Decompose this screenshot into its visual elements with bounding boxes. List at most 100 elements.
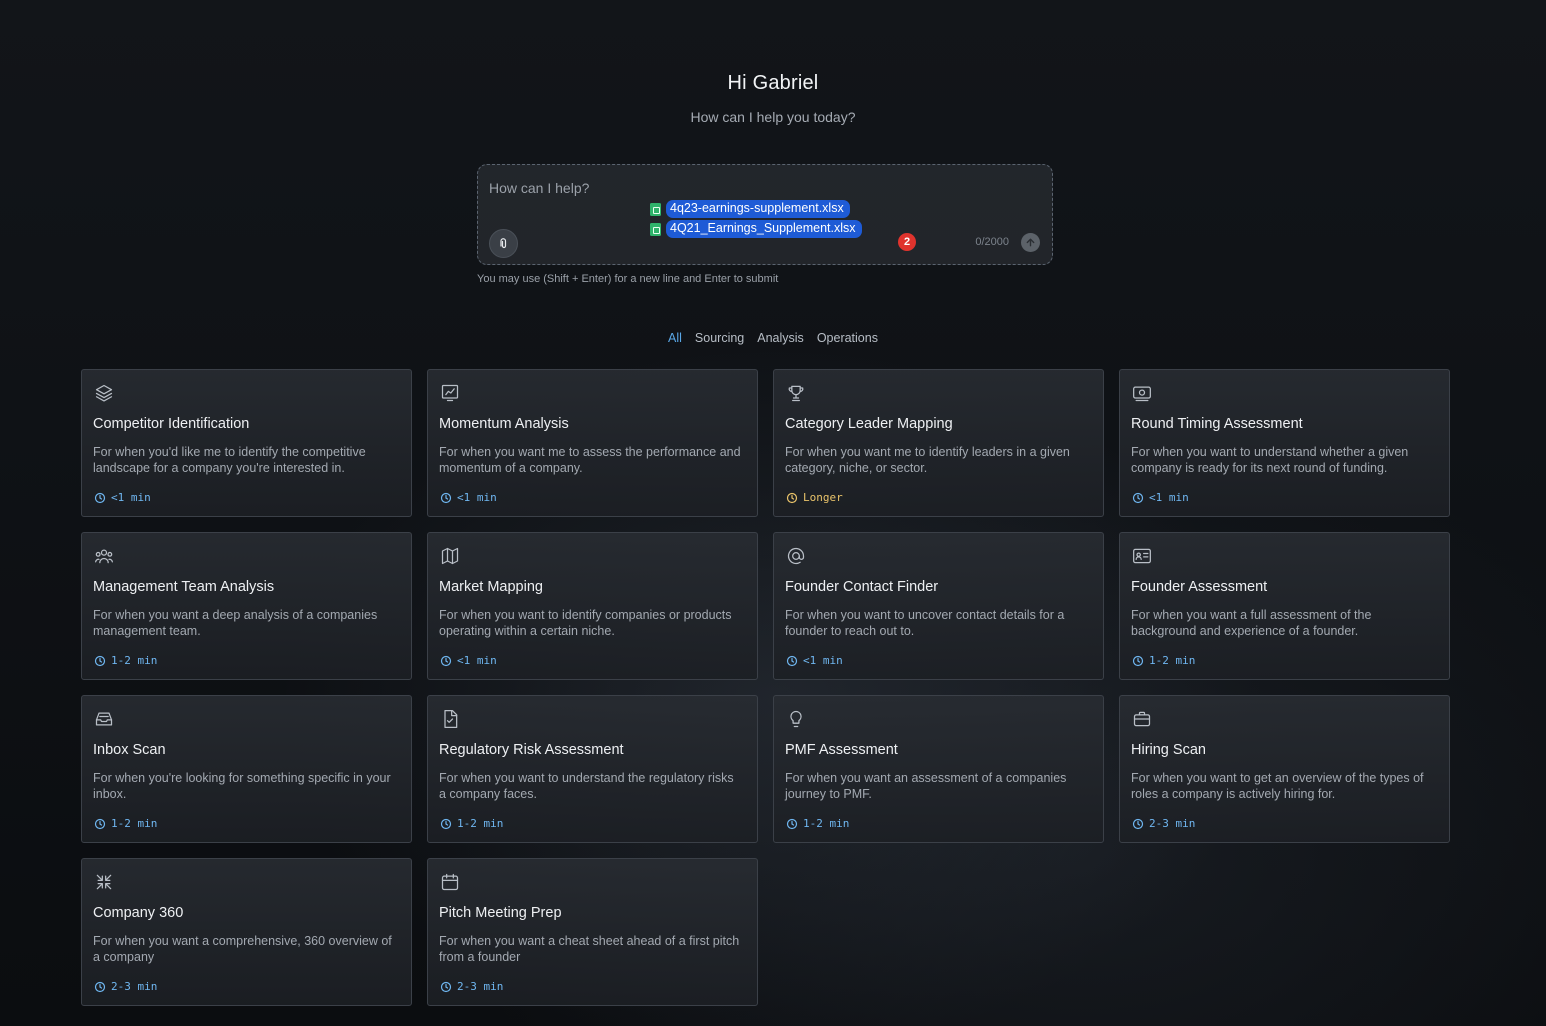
attach-file-button[interactable] [489, 229, 518, 258]
duration-label: 1-2 min [111, 817, 158, 830]
workflow-card[interactable]: Regulatory Risk Assessment For when you w… [427, 695, 758, 843]
inbox-icon [95, 712, 113, 726]
money-icon [1133, 386, 1151, 402]
workflow-card[interactable]: Hiring Scan For when you want to get an o… [1119, 695, 1450, 843]
attachment-filename: 4Q21_Earnings_Supplement.xlsx [666, 220, 862, 238]
card-duration: 2-3 min [1132, 817, 1195, 830]
notification-badge: 2 [898, 233, 916, 251]
workflow-card[interactable]: Market Mapping For when you want to ident… [427, 532, 758, 680]
card-duration: 2-3 min [440, 980, 503, 993]
duration-label: 1-2 min [111, 654, 158, 667]
file-check-icon [444, 710, 458, 728]
filter-tabs: All Sourcing Analysis Operations [0, 331, 1546, 345]
card-duration: <1 min [786, 654, 843, 667]
workflow-card[interactable]: Founder Assessment For when you want a fu… [1119, 532, 1450, 680]
card-description: For when you want a cheat sheet ahead of… [439, 934, 740, 964]
card-duration: 2-3 min [94, 980, 157, 993]
clock-icon [1132, 492, 1144, 503]
clock-icon [440, 655, 452, 666]
clock-icon [786, 492, 798, 503]
card-description: For when you want me to identify leaders… [785, 445, 1070, 475]
clock-icon [94, 981, 106, 992]
card-duration: <1 min [440, 491, 497, 504]
briefcase-icon [1133, 711, 1151, 727]
calendar-icon [441, 873, 459, 891]
lightbulb-icon [790, 710, 802, 728]
workflow-card[interactable]: Inbox Scan For when you're looking for so… [81, 695, 412, 843]
card-title: Inbox Scan [93, 742, 166, 758]
card-title: Regulatory Risk Assessment [439, 742, 624, 758]
clock-icon [1132, 655, 1144, 666]
layers-icon [95, 384, 113, 402]
card-title: Founder Assessment [1131, 579, 1268, 595]
duration-label: <1 min [457, 491, 497, 504]
card-title: Hiring Scan [1131, 742, 1206, 758]
tab-sourcing[interactable]: Sourcing [695, 331, 744, 345]
team-icon [95, 549, 113, 564]
workflow-card-grid: Competitor Identification For when you'd … [81, 369, 1450, 1006]
attachment-filename: 4q23-earnings-supplement.xlsx [666, 200, 850, 218]
clock-icon [440, 818, 452, 829]
clock-icon [94, 655, 106, 666]
workflow-card[interactable]: Round Timing Assessment For when you want… [1119, 369, 1450, 517]
attachment-item[interactable]: 4Q21_Earnings_Supplement.xlsx [650, 220, 862, 238]
character-count: 0/2000 [975, 236, 1009, 248]
card-duration: 1-2 min [786, 817, 849, 830]
card-description: For when you want to understand the regu… [439, 771, 734, 801]
clock-icon [440, 492, 452, 503]
attachment-item[interactable]: 4q23-earnings-supplement.xlsx [650, 200, 862, 218]
workflow-card[interactable]: Founder Contact Finder For when you want … [773, 532, 1104, 680]
duration-label: <1 min [1149, 491, 1189, 504]
prompt-composer[interactable]: How can I help? 4q23-earnings-supplement… [477, 164, 1053, 265]
card-title: Management Team Analysis [93, 579, 275, 595]
collapse-icon [96, 874, 112, 890]
card-title: Round Timing Assessment [1131, 416, 1303, 432]
card-duration: 1-2 min [1132, 654, 1195, 667]
send-button[interactable] [1021, 233, 1040, 252]
duration-label: <1 min [111, 491, 151, 504]
spreadsheet-icon [650, 222, 661, 236]
workflow-card[interactable]: Momentum Analysis For when you want me to… [427, 369, 758, 517]
card-duration: <1 min [1132, 491, 1189, 504]
card-description: For when you want to get an overview of … [1131, 771, 1424, 801]
at-icon [787, 547, 805, 565]
map-icon [441, 547, 459, 565]
card-title: Category Leader Mapping [785, 416, 953, 432]
workflow-card[interactable]: Management Team Analysis For when you wan… [81, 532, 412, 680]
card-duration: <1 min [94, 491, 151, 504]
card-description: For when you'd like me to identify the c… [93, 445, 366, 475]
tab-operations[interactable]: Operations [817, 331, 878, 345]
duration-label: 1-2 min [457, 817, 504, 830]
workflow-card[interactable]: PMF Assessment For when you want an asses… [773, 695, 1104, 843]
card-description: For when you're looking for something sp… [93, 771, 391, 801]
clock-icon [94, 818, 106, 829]
card-description: For when you want to understand whether … [1131, 445, 1409, 475]
card-title: Market Mapping [439, 579, 543, 595]
attachment-list: 4q23-earnings-supplement.xlsx 4Q21_Earni… [650, 200, 862, 240]
chart-icon [441, 384, 459, 402]
workflow-card[interactable]: Competitor Identification For when you'd … [81, 369, 412, 517]
card-title: Momentum Analysis [439, 416, 569, 432]
input-hint: You may use (Shift + Enter) for a new li… [477, 273, 779, 285]
workflow-card[interactable]: Category Leader Mapping For when you want… [773, 369, 1104, 517]
card-description: For when you want a full assessment of t… [1131, 608, 1372, 638]
card-description: For when you want a deep analysis of a c… [93, 608, 378, 638]
paperclip-icon [499, 237, 506, 248]
clock-icon [786, 818, 798, 829]
card-duration: 1-2 min [440, 817, 503, 830]
workflow-card[interactable]: Company 360 For when you want a comprehen… [81, 858, 412, 1006]
card-description: For when you want a comprehensive, 360 o… [93, 934, 392, 964]
id-card-icon [1133, 548, 1151, 564]
tab-all[interactable]: All [668, 331, 682, 345]
card-description: For when you want me to assess the perfo… [439, 445, 741, 475]
clock-icon [94, 492, 106, 503]
prompt-input[interactable]: How can I help? [489, 180, 589, 196]
card-title: Pitch Meeting Prep [439, 905, 562, 921]
tab-analysis[interactable]: Analysis [757, 331, 804, 345]
spreadsheet-icon [650, 202, 661, 216]
clock-icon [786, 655, 798, 666]
card-duration: <1 min [440, 654, 497, 667]
workflow-card[interactable]: Pitch Meeting Prep For when you want a ch… [427, 858, 758, 1006]
card-description: For when you want to identify companies … [439, 608, 732, 638]
trophy-icon [788, 385, 804, 402]
